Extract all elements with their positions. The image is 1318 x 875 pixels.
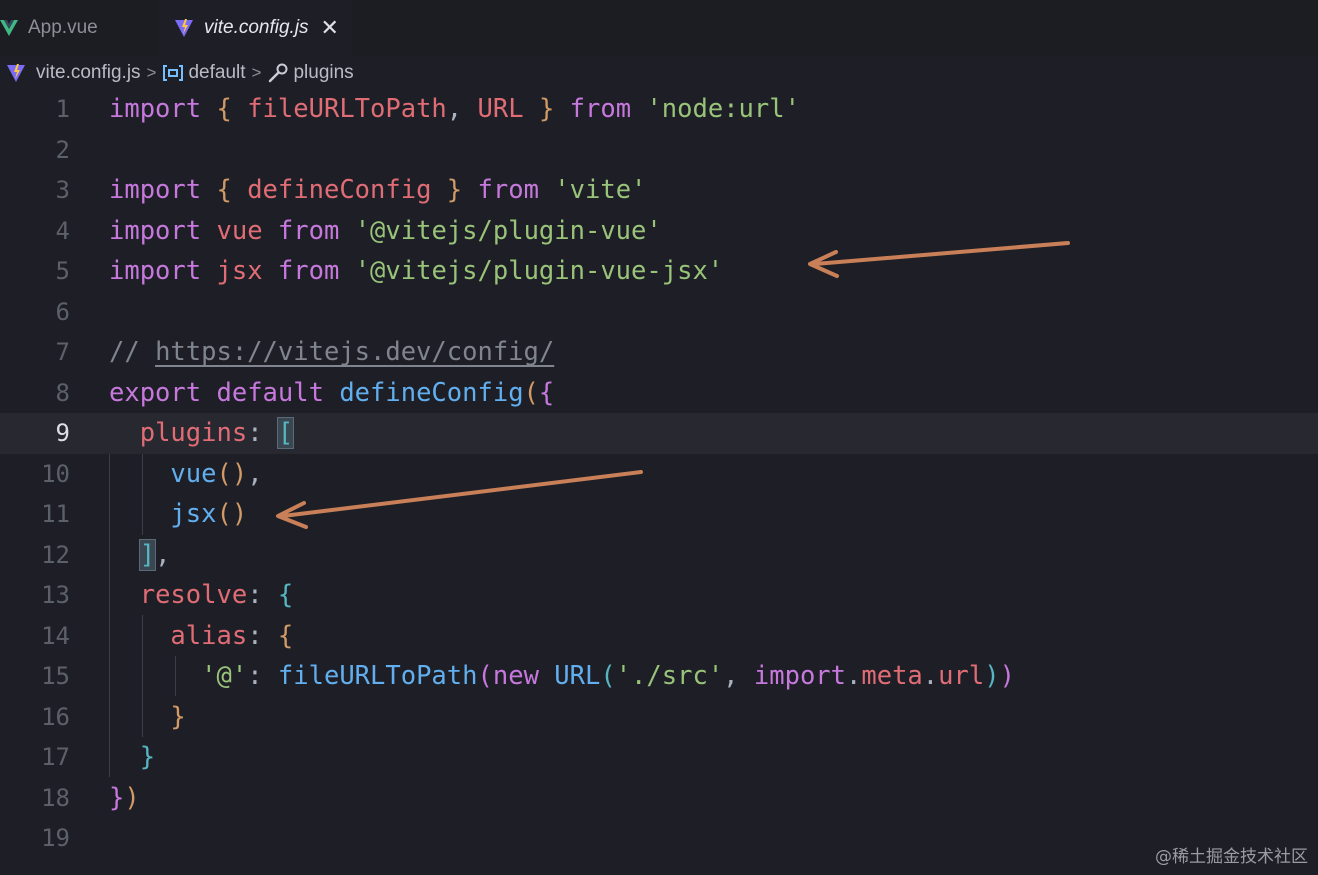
- annotation-arrows: [276, 241, 1070, 529]
- annotation-arrow-plugin: [276, 470, 643, 529]
- annotation-arrow-import: [808, 241, 1070, 278]
- watermark: @稀土掘金技术社区: [1155, 847, 1308, 867]
